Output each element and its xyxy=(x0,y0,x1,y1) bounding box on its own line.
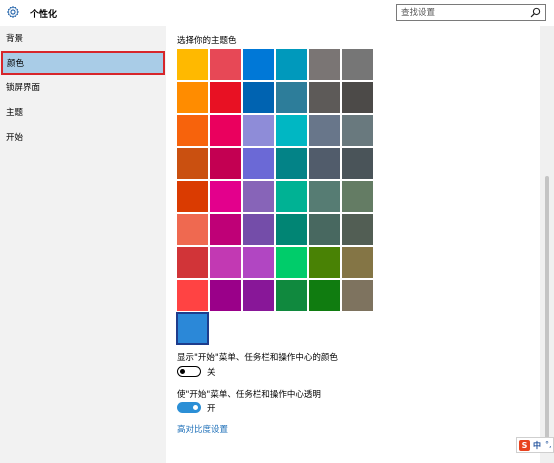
color-swatch[interactable] xyxy=(309,247,340,278)
title-bar: 个性化 xyxy=(0,0,554,26)
transparency-state: 开 xyxy=(207,404,216,414)
color-swatch[interactable] xyxy=(210,49,241,80)
color-swatch[interactable] xyxy=(177,181,208,212)
color-swatch[interactable] xyxy=(177,82,208,113)
color-swatch[interactable] xyxy=(342,214,373,245)
color-swatch[interactable] xyxy=(342,181,373,212)
sidebar-item-lock-screen[interactable]: 锁屏界面 xyxy=(0,75,166,99)
main-content: 选择你的主题色 显示"开始"菜单、任务栏和操作中心的颜色 关 使"开始"菜单、任… xyxy=(166,26,540,463)
sidebar-item-label: 背景 xyxy=(6,34,24,44)
color-swatch[interactable] xyxy=(243,115,274,146)
color-swatch[interactable] xyxy=(342,247,373,278)
ime-mode-label: 中 xyxy=(533,441,541,450)
color-swatch[interactable] xyxy=(276,49,307,80)
color-swatch[interactable] xyxy=(309,49,340,80)
sidebar-item-colors[interactable]: 颜色 xyxy=(1,51,165,75)
toggle-knob xyxy=(180,368,185,374)
sidebar-item-label: 锁屏界面 xyxy=(6,83,41,93)
color-swatch[interactable] xyxy=(243,280,274,311)
gear-icon xyxy=(7,6,19,18)
sidebar-item-themes[interactable]: 主题 xyxy=(0,100,166,124)
color-swatch[interactable] xyxy=(342,49,373,80)
color-swatch[interactable] xyxy=(276,148,307,179)
color-swatch[interactable] xyxy=(309,115,340,146)
color-swatch[interactable] xyxy=(210,280,241,311)
transparency-label: 使"开始"菜单、任务栏和操作中心透明 xyxy=(177,390,321,400)
color-swatch[interactable] xyxy=(210,82,241,113)
color-swatch[interactable] xyxy=(243,214,274,245)
sidebar-item-start[interactable]: 开始 xyxy=(0,125,166,149)
color-swatch[interactable] xyxy=(276,115,307,146)
color-swatch[interactable] xyxy=(177,115,208,146)
color-swatch[interactable] xyxy=(309,214,340,245)
sidebar-item-label: 开始 xyxy=(6,133,24,143)
color-swatch[interactable] xyxy=(309,82,340,113)
search-box[interactable] xyxy=(396,4,546,21)
search-icon[interactable] xyxy=(530,7,541,18)
start-color-label: 显示"开始"菜单、任务栏和操作中心的颜色 xyxy=(177,353,338,363)
color-swatch[interactable] xyxy=(276,247,307,278)
ime-indicator[interactable]: S 中 °, xyxy=(516,437,554,453)
color-swatch[interactable] xyxy=(276,214,307,245)
color-swatch[interactable] xyxy=(243,148,274,179)
color-swatch[interactable] xyxy=(210,181,241,212)
color-swatch[interactable] xyxy=(243,181,274,212)
start-color-state: 关 xyxy=(207,368,216,378)
vertical-scrollbar[interactable] xyxy=(540,26,554,463)
color-swatch[interactable] xyxy=(309,148,340,179)
color-swatch[interactable] xyxy=(276,181,307,212)
color-swatch[interactable] xyxy=(276,280,307,311)
sogou-icon: S xyxy=(519,440,530,451)
section-title: 选择你的主题色 xyxy=(177,36,237,46)
color-swatch[interactable] xyxy=(342,148,373,179)
search-input[interactable] xyxy=(401,6,521,19)
color-swatch[interactable] xyxy=(342,115,373,146)
transparency-toggle[interactable] xyxy=(177,402,201,413)
color-swatch[interactable] xyxy=(210,247,241,278)
color-swatch[interactable] xyxy=(342,82,373,113)
color-swatch[interactable] xyxy=(177,49,208,80)
color-swatch[interactable] xyxy=(177,247,208,278)
sidebar-item-background[interactable]: 背景 xyxy=(0,26,166,50)
color-swatch[interactable] xyxy=(243,247,274,278)
page-title: 个性化 xyxy=(30,10,58,20)
color-swatch[interactable] xyxy=(210,148,241,179)
color-swatch[interactable] xyxy=(210,115,241,146)
color-swatch[interactable] xyxy=(177,280,208,311)
sidebar: 背景 颜色 锁屏界面 主题 开始 xyxy=(0,26,166,463)
sidebar-item-label: 颜色 xyxy=(7,59,25,69)
start-color-toggle[interactable] xyxy=(177,366,201,377)
punctuation-icon: °, xyxy=(545,440,552,449)
toggle-knob xyxy=(193,405,198,410)
scroll-thumb[interactable] xyxy=(545,176,549,446)
color-swatch[interactable] xyxy=(243,82,274,113)
color-swatch[interactable] xyxy=(176,312,209,345)
color-swatch[interactable] xyxy=(309,280,340,311)
high-contrast-link[interactable]: 高对比度设置 xyxy=(177,423,228,435)
color-swatch[interactable] xyxy=(342,280,373,311)
sidebar-item-label: 主题 xyxy=(6,108,24,118)
color-swatch[interactable] xyxy=(177,214,208,245)
color-swatch[interactable] xyxy=(276,82,307,113)
color-swatch[interactable] xyxy=(210,214,241,245)
color-swatch[interactable] xyxy=(177,148,208,179)
color-swatch[interactable] xyxy=(309,181,340,212)
color-swatch[interactable] xyxy=(243,49,274,80)
